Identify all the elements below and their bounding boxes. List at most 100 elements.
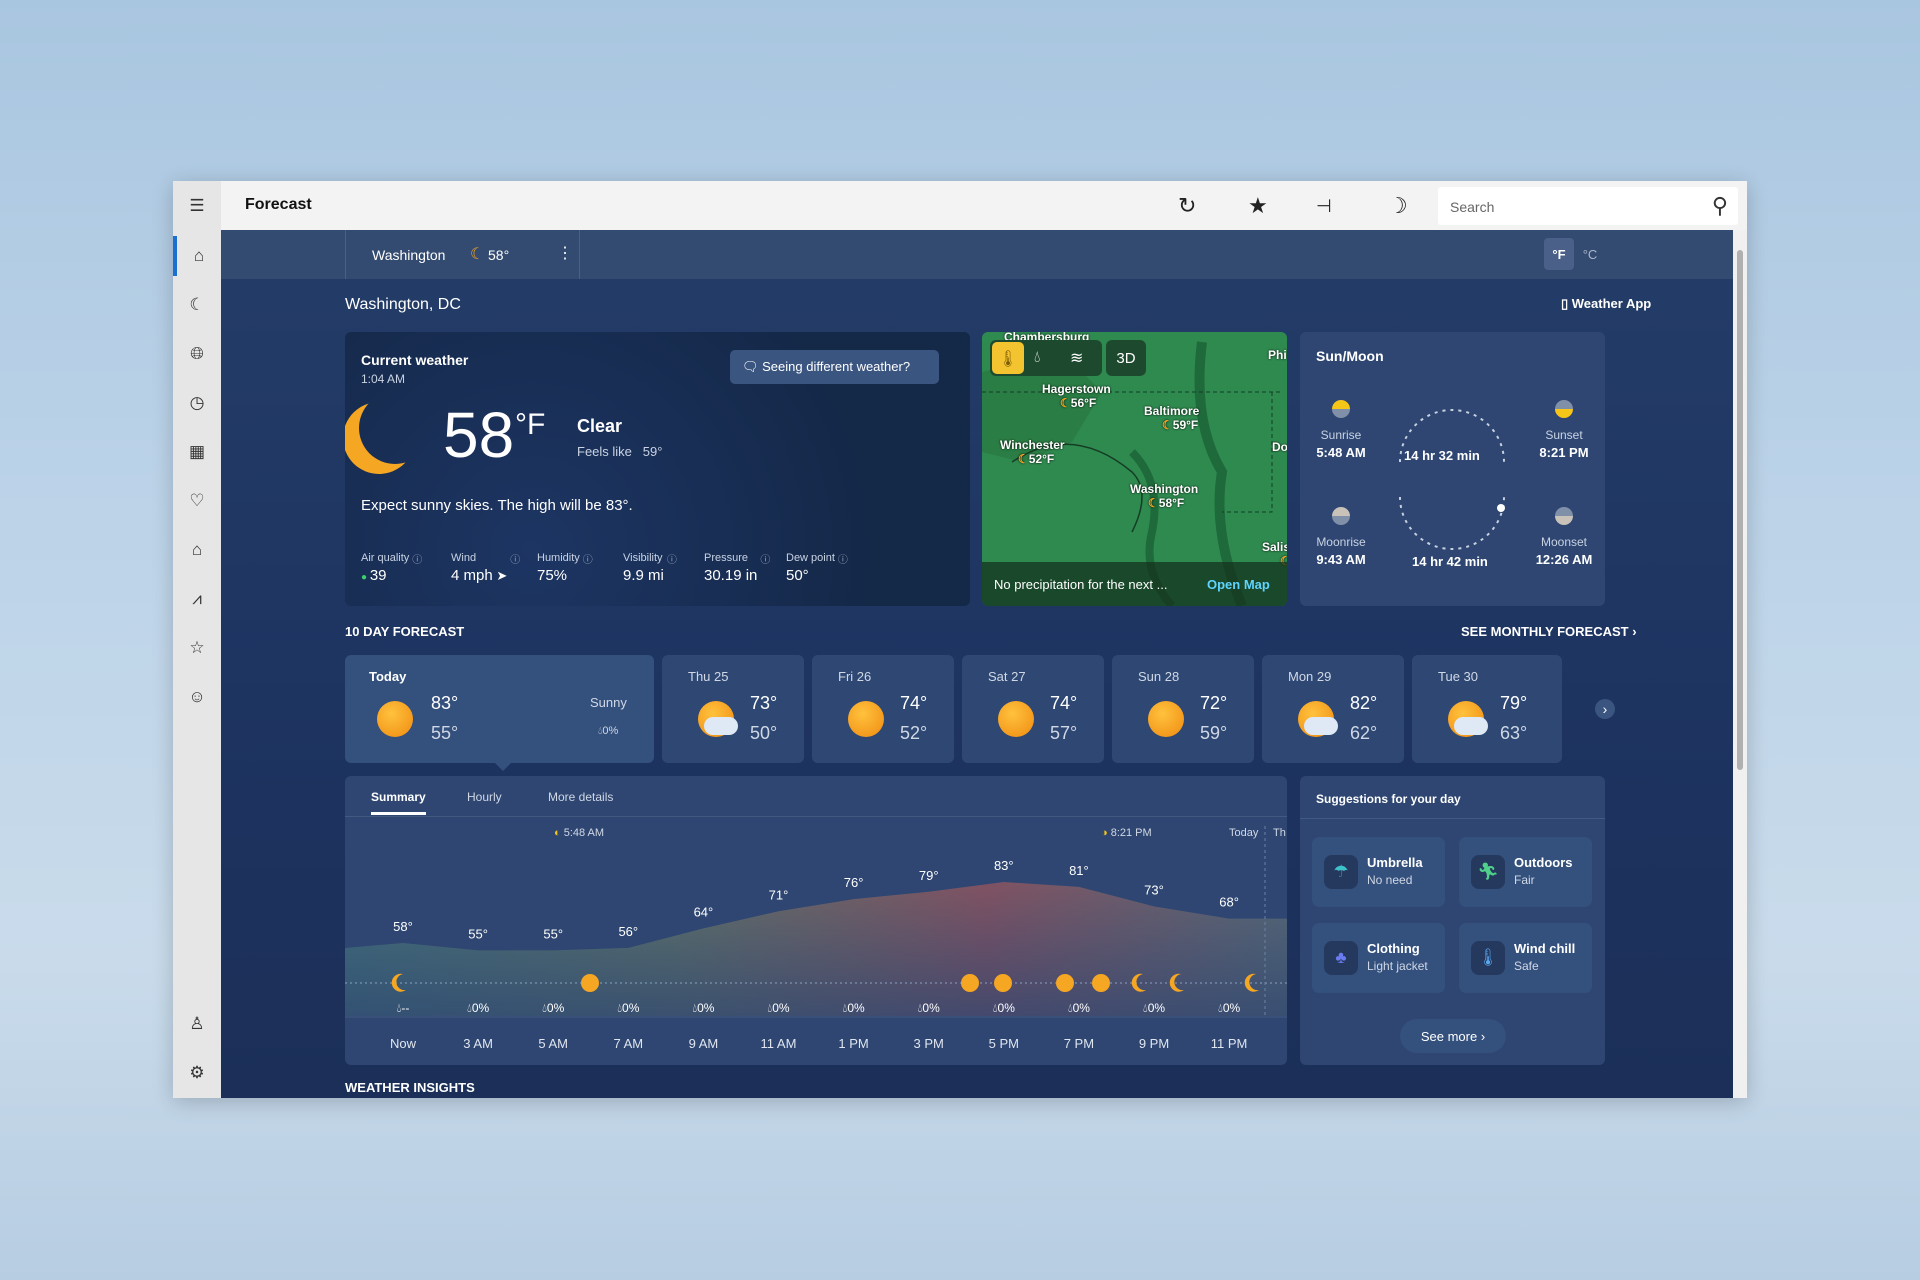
time-label[interactable]: 5 PM xyxy=(989,1036,1019,1051)
map-city[interactable]: Baltimore ☾59°F xyxy=(1144,404,1199,432)
map-city[interactable]: Do xyxy=(1272,440,1287,454)
map-city[interactable]: Washington ☾58°F xyxy=(1130,482,1198,510)
sidebar-life-icon[interactable]: ⌂ xyxy=(173,530,221,570)
sidebar-home-icon[interactable]: ⌂ xyxy=(173,236,221,276)
time-label[interactable]: 5 AM xyxy=(538,1036,568,1051)
location-tab[interactable]: Washington ☾ 58° ⋮ xyxy=(345,230,580,279)
current-heading: Current weather xyxy=(361,352,469,368)
sidebar-calendar-icon[interactable]: ▦ xyxy=(173,432,221,472)
time-label[interactable]: Now xyxy=(390,1036,417,1051)
map-city[interactable]: Phi xyxy=(1268,348,1287,362)
precipitation-layer-button[interactable]: 💧︎ xyxy=(1034,349,1040,367)
time-label[interactable]: 11 PM xyxy=(1211,1036,1248,1051)
running-icon: 🏃︎ xyxy=(1471,855,1505,889)
star-icon[interactable]: ★ xyxy=(1248,193,1268,219)
feedback-label: Seeing different weather? xyxy=(762,359,911,374)
refresh-icon[interactable]: ↻ xyxy=(1178,193,1196,219)
map-city-temp-row: ☾52°F xyxy=(1018,452,1065,466)
suggestion-clothing[interactable]: ♣ Clothing Light jacket xyxy=(1312,923,1445,993)
sidebar-trends-icon[interactable]: ⩘ xyxy=(173,579,221,619)
suggestion-wind-chill[interactable]: 🌡︎ Wind chill Safe xyxy=(1459,923,1592,993)
app-title: Forecast xyxy=(245,196,312,213)
moon-icon[interactable]: ☽ xyxy=(1388,193,1408,219)
scrollbar[interactable] xyxy=(1733,230,1747,1098)
monthly-forecast-link[interactable]: SEE MONTHLY FORECAST › xyxy=(1461,624,1637,639)
unit-f-toggle[interactable]: °F xyxy=(1544,238,1574,270)
sidebar-maps-icon[interactable]: 🌐︎ xyxy=(173,334,221,374)
sidebar-favorites-icon[interactable]: ☆ xyxy=(173,628,221,668)
metric-value: 9.9 mi xyxy=(623,567,664,584)
location-temp: 58° xyxy=(488,247,510,263)
metric-value-row: 75% xyxy=(537,567,580,584)
map-city[interactable]: Winchester ☾52°F xyxy=(1000,438,1065,466)
day-low: 50° xyxy=(750,723,778,743)
sidebar-radar-icon[interactable]: ☾ xyxy=(173,285,221,325)
info-icon[interactable]: ⓘ xyxy=(510,551,520,566)
day-tile-sat-27[interactable]: Sat 27 74° 57° xyxy=(962,655,1104,763)
time-label[interactable]: 9 PM xyxy=(1139,1036,1169,1051)
see-more-button[interactable]: See more › xyxy=(1400,1019,1506,1053)
pin-icon[interactable]: ⊣ xyxy=(1316,196,1332,217)
time-label[interactable]: 7 PM xyxy=(1064,1036,1094,1051)
metric-value: 75% xyxy=(537,567,568,584)
time-label[interactable]: 11 AM xyxy=(761,1036,797,1051)
day-tile-today[interactable]: Today 83° 55° Sunny 💧︎0% xyxy=(345,655,654,771)
temperature-layer-button[interactable]: 🌡︎ xyxy=(992,342,1024,374)
day-tile-mon-29[interactable]: Mon 29 82° 62° xyxy=(1262,655,1404,763)
time-label[interactable]: 9 AM xyxy=(689,1036,719,1051)
sunset-icon xyxy=(1555,400,1573,418)
phone-icon: ▯ xyxy=(1561,296,1572,311)
chat-icon: 🗨︎ xyxy=(742,359,763,374)
sun-icon xyxy=(961,974,979,992)
day-tile-thu-25[interactable]: Thu 25 73° 50° xyxy=(662,655,804,763)
time-label[interactable]: 3 PM xyxy=(914,1036,944,1051)
wind-layer-button[interactable]: ≋ xyxy=(1070,348,1083,368)
day-tile-sun-28[interactable]: Sun 28 72° 59° xyxy=(1112,655,1254,763)
sidebar-health-icon[interactable]: ♡ xyxy=(173,481,221,521)
next-days-button[interactable]: › xyxy=(1595,699,1615,719)
info-icon[interactable]: ⓘ xyxy=(667,551,677,566)
suggestion-outdoors[interactable]: 🏃︎ Outdoors Fair xyxy=(1459,837,1592,907)
sunny-icon xyxy=(998,701,1034,737)
suggestion-title: Wind chill xyxy=(1514,941,1576,956)
time-label[interactable]: 3 AM xyxy=(463,1036,493,1051)
3d-button[interactable]: 3D xyxy=(1106,340,1146,376)
day-tile-tue-30[interactable]: Tue 30 79° 63° xyxy=(1412,655,1562,763)
sidebar-account-icon[interactable]: ♙ xyxy=(173,1004,221,1044)
info-icon[interactable]: ⓘ xyxy=(838,551,848,566)
time-label[interactable]: 7 AM xyxy=(613,1036,643,1051)
sidebar-settings-icon[interactable]: ⚙ xyxy=(173,1053,221,1093)
scrollbar-thumb[interactable] xyxy=(1737,250,1743,770)
feedback-button[interactable]: 🗨︎ Seeing different weather? xyxy=(730,350,939,384)
moonrise-time: 9:43 AM xyxy=(1316,552,1366,567)
menu-icon[interactable]: ☰ xyxy=(173,186,221,226)
sidebar-emoji-icon[interactable]: ☺ xyxy=(173,677,221,717)
info-icon[interactable]: ⓘ xyxy=(760,551,770,566)
current-summary: Expect sunny skies. The high will be 83°… xyxy=(361,497,633,514)
info-icon[interactable]: ⓘ xyxy=(583,551,593,566)
search-icon[interactable]: ⚲ xyxy=(1712,193,1728,219)
suggestion-umbrella[interactable]: ☂ Umbrella No need xyxy=(1312,837,1445,907)
map-city-temp-row: ☾59°F xyxy=(1162,418,1199,432)
temp-label: 56° xyxy=(618,924,638,939)
unit-c-toggle[interactable]: °C xyxy=(1575,238,1605,270)
weather-app-link[interactable]: ▯ Weather App xyxy=(1561,296,1651,312)
umbrella-icon: ☂ xyxy=(1324,855,1358,889)
info-icon[interactable]: ⓘ xyxy=(412,551,422,566)
suggestion-title: Clothing xyxy=(1367,941,1420,956)
search-input[interactable]: Search ⚲ xyxy=(1438,187,1738,225)
open-map-link[interactable]: Open Map xyxy=(1207,577,1270,592)
sidebar-history-icon[interactable]: ◷ xyxy=(173,383,221,423)
metric-value: 39 xyxy=(369,567,387,584)
sun-icon xyxy=(994,974,1012,992)
map-city[interactable]: Hagerstown ☾56°F xyxy=(1042,382,1111,410)
weather-window: Forecast ↻ ★ ⊣ ☽ Search ⚲ ☰ ⌂ ☾ 🌐︎ ◷ ▦ ♡ … xyxy=(173,181,1747,1098)
time-label[interactable]: 1 PM xyxy=(838,1036,868,1051)
mostly-cloudy-icon xyxy=(1448,701,1488,737)
temp-label: 55° xyxy=(543,926,563,941)
metric-value: 30.19 in xyxy=(704,567,758,584)
more-options-icon[interactable]: ⋮ xyxy=(557,243,573,263)
metric-pressure: Pressure ⓘ 30.19 in xyxy=(704,552,770,584)
map-card[interactable]: Chambersburg Hagerstown ☾56°F Baltimore ☾59°… xyxy=(982,332,1287,606)
day-tile-fri-26[interactable]: Fri 26 74° 52° xyxy=(812,655,954,763)
